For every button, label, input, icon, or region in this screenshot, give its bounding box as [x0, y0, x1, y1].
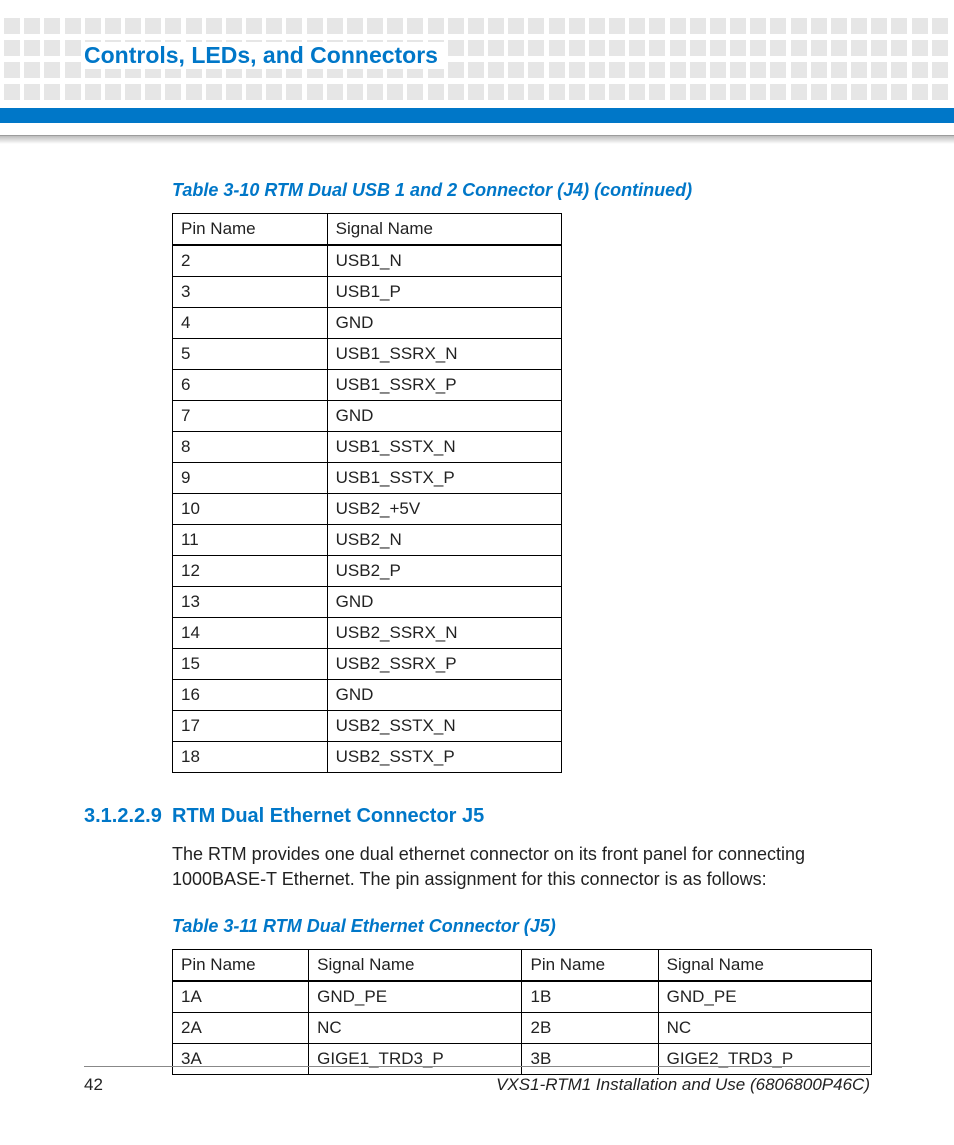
- table-row: 17USB2_SSTX_N: [173, 711, 562, 742]
- table-header-cell: Pin Name: [522, 950, 658, 982]
- table-header-cell: Pin Name: [173, 950, 309, 982]
- table-cell: 8: [173, 432, 328, 463]
- table-cell: 16: [173, 680, 328, 711]
- table-header-cell: Pin Name: [173, 214, 328, 246]
- table-cell: USB1_N: [327, 245, 561, 277]
- section-title: RTM Dual Ethernet Connector J5: [172, 805, 484, 828]
- table-row: 15USB2_SSRX_P: [173, 649, 562, 680]
- table-cell: USB2_+5V: [327, 494, 561, 525]
- table-3-10: Pin NameSignal Name2USB1_N3USB1_P4GND5US…: [172, 213, 562, 773]
- table-3-11-caption: Table 3-11 RTM Dual Ethernet Connector (…: [172, 916, 870, 937]
- table-row: 12USB2_P: [173, 556, 562, 587]
- table-cell: 17: [173, 711, 328, 742]
- table-cell: USB2_SSTX_P: [327, 742, 561, 773]
- table-cell: NC: [658, 1013, 871, 1044]
- document-id: VXS1-RTM1 Installation and Use (6806800P…: [496, 1075, 870, 1095]
- table-row: 14USB2_SSRX_N: [173, 618, 562, 649]
- table-cell: 1B: [522, 981, 658, 1013]
- table-row: 5USB1_SSRX_N: [173, 339, 562, 370]
- table-row: 4GND: [173, 308, 562, 339]
- table-cell: USB1_SSRX_N: [327, 339, 561, 370]
- table-cell: 2B: [522, 1013, 658, 1044]
- table-cell: 11: [173, 525, 328, 556]
- table-cell: USB1_P: [327, 277, 561, 308]
- table-cell: 2: [173, 245, 328, 277]
- table-header-cell: Signal Name: [309, 950, 522, 982]
- table-cell: 2A: [173, 1013, 309, 1044]
- table-cell: 7: [173, 401, 328, 432]
- table-cell: GND: [327, 401, 561, 432]
- section-number: 3.1.2.2.9: [84, 805, 172, 828]
- table-row: 7GND: [173, 401, 562, 432]
- table-cell: GND: [327, 680, 561, 711]
- table-row: 9USB1_SSTX_P: [173, 463, 562, 494]
- table-cell: 9: [173, 463, 328, 494]
- table-cell: 15: [173, 649, 328, 680]
- table-cell: 5: [173, 339, 328, 370]
- table-cell: USB2_P: [327, 556, 561, 587]
- table-row: 18USB2_SSTX_P: [173, 742, 562, 773]
- table-cell: 14: [173, 618, 328, 649]
- page-footer: 42 VXS1-RTM1 Installation and Use (68068…: [84, 1066, 870, 1095]
- table-row: 10USB2_+5V: [173, 494, 562, 525]
- header-grey-rule: [0, 135, 954, 144]
- section-body: The RTM provides one dual ethernet conne…: [172, 842, 870, 892]
- page-number: 42: [84, 1075, 103, 1095]
- table-cell: 13: [173, 587, 328, 618]
- table-cell: USB2_N: [327, 525, 561, 556]
- table-3-11: Pin NameSignal NamePin NameSignal Name1A…: [172, 949, 872, 1075]
- table-cell: USB1_SSTX_P: [327, 463, 561, 494]
- header-blue-bar: [0, 108, 954, 123]
- table-row: 16GND: [173, 680, 562, 711]
- table-cell: GND_PE: [658, 981, 871, 1013]
- table-cell: 18: [173, 742, 328, 773]
- table-row: 13GND: [173, 587, 562, 618]
- table-cell: 12: [173, 556, 328, 587]
- table-cell: GND: [327, 308, 561, 339]
- table-header-cell: Signal Name: [327, 214, 561, 246]
- table-cell: 6: [173, 370, 328, 401]
- table-row: 11USB2_N: [173, 525, 562, 556]
- table-cell: GND: [327, 587, 561, 618]
- table-header-cell: Signal Name: [658, 950, 871, 982]
- table-row: 2ANC2BNC: [173, 1013, 872, 1044]
- table-row: 1AGND_PE1BGND_PE: [173, 981, 872, 1013]
- table-cell: USB2_SSTX_N: [327, 711, 561, 742]
- table-cell: USB1_SSRX_P: [327, 370, 561, 401]
- table-cell: USB2_SSRX_P: [327, 649, 561, 680]
- table-row: 8USB1_SSTX_N: [173, 432, 562, 463]
- table-cell: USB2_SSRX_N: [327, 618, 561, 649]
- table-cell: 1A: [173, 981, 309, 1013]
- table-cell: NC: [309, 1013, 522, 1044]
- table-cell: GND_PE: [309, 981, 522, 1013]
- table-cell: USB1_SSTX_N: [327, 432, 561, 463]
- page-title: Controls, LEDs, and Connectors: [82, 42, 448, 69]
- table-row: 6USB1_SSRX_P: [173, 370, 562, 401]
- table-cell: 4: [173, 308, 328, 339]
- table-row: 3USB1_P: [173, 277, 562, 308]
- table-3-10-caption: Table 3-10 RTM Dual USB 1 and 2 Connecto…: [172, 180, 870, 201]
- table-cell: 10: [173, 494, 328, 525]
- table-row: 2USB1_N: [173, 245, 562, 277]
- table-cell: 3: [173, 277, 328, 308]
